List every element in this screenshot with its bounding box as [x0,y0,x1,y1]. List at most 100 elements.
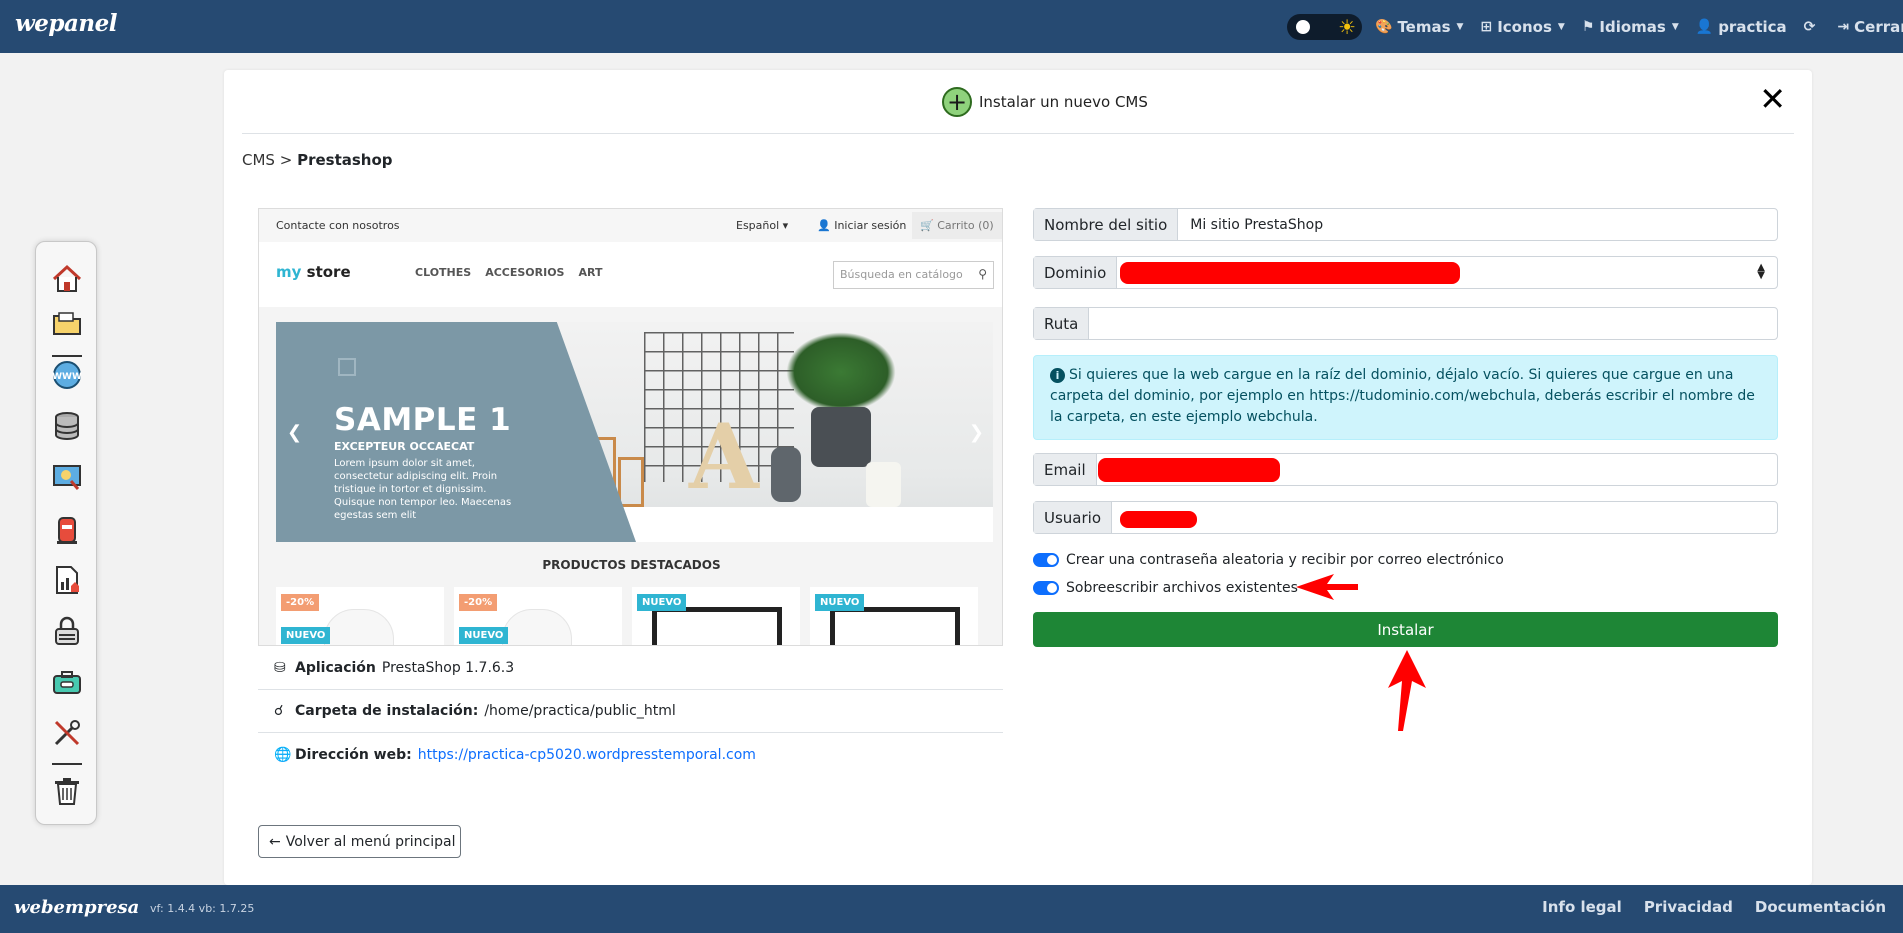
dock-advanced[interactable] [49,715,85,751]
featured-heading: PRODUCTOS DESTACADOS [542,558,721,572]
site-name-input[interactable]: Mi sitio PrestaShop [1178,209,1777,240]
preview-logo-store: store [301,263,351,281]
discount-tag: -20% [281,594,320,611]
svg-text:WWW: WWW [52,372,82,382]
nav-temas[interactable]: 🎨 Temas ▼ [1375,18,1463,36]
path-info-alert: i Si quieres que la web cargue en la raíz… [1033,355,1778,440]
annotation-arrow-left [1296,574,1358,600]
nav-logout[interactable]: ⇥ Cerrar sesión [1837,18,1903,36]
prestashop-preview-image: Contacte con nosotros Español ▾ 👤 Inicia… [258,208,1003,646]
www-globe-icon: WWW [52,361,82,389]
email-label: Email [1034,454,1097,485]
webempresa-logo[interactable]: webempresa [14,897,139,918]
preview-products: -20% NUEVO -20% NUEVO NUEVO NUEVO [276,587,978,645]
breadcrumb: CMS > Prestashop [242,151,393,169]
nav-user[interactable]: 👤 practica [1696,18,1787,36]
chevron-right-icon: ❯ [968,422,984,443]
redacted-user [1120,511,1198,528]
nav-iconos[interactable]: ⊞ Iconos ▼ [1480,18,1564,36]
candle [866,462,901,507]
caret-down-icon: ▼ [1671,21,1679,32]
preview-cart-label: Carrito (0) [937,219,994,232]
wrench-screwdriver-icon [54,720,80,746]
info-folder: ☌ Carpeta de instalación: /home/practica… [258,690,1003,733]
back-to-main-menu-button[interactable]: ← Volver al menú principal [258,825,461,858]
preview-login: 👤 Iniciar sesión [817,219,907,232]
user-group: Usuario [1033,501,1778,534]
random-password-switch[interactable] [1033,553,1059,567]
new-tag: NUEVO [815,594,865,611]
footer-links: Info legal Privacidad Documentación [1542,898,1886,916]
folder-tree-icon: ☌ [274,703,284,719]
nav-refresh[interactable]: ⟳ [1804,19,1821,35]
redacted-domain [1120,262,1461,284]
close-button[interactable]: ✕ [1759,83,1786,115]
toggle-knob [1296,20,1310,34]
dock-web[interactable] [49,459,85,495]
email-input[interactable] [1097,454,1777,485]
breadcrumb-separator: > [279,151,293,169]
decor-letter: A [689,404,759,510]
mailbox-icon [57,517,77,544]
globe-icon: 🌐 [274,746,292,763]
palette-icon: 🎨 [1375,18,1393,35]
dock-files[interactable] [49,305,85,341]
plant [786,332,896,412]
footer-link-docs[interactable]: Documentación [1755,898,1886,916]
overwrite-label: Sobreescribir archivos existentes [1066,580,1298,596]
path-group: Ruta [1033,307,1778,340]
user-label: Usuario [1034,502,1113,533]
lantern [618,457,644,507]
domain-group: Dominio ▲ ▼ [1033,256,1778,289]
info-circle-icon: i [1050,368,1065,383]
nav-idiomas[interactable]: ⚑ Idiomas ▼ [1582,18,1679,36]
dock-home[interactable] [49,261,85,297]
dock-databases[interactable] [49,408,85,444]
wepanel-logo[interactable]: wepanel [15,10,118,37]
database-icon [55,412,79,440]
breadcrumb-root[interactable]: CMS [242,151,275,169]
preview-slider: A SAMPLE 1 EXCEPTEUR OCCAECAT Lorem ipsu… [276,322,993,542]
preview-contact: Contacte con nosotros [276,219,400,232]
preview-menu-item: ACCESORIOS [485,266,565,279]
dock-stats[interactable] [49,562,85,598]
slide-subtitle: EXCEPTEUR OCCAECAT [334,440,475,453]
dock-security[interactable] [49,613,85,649]
left-dock: WWW [35,241,97,825]
theme-toggle[interactable]: ☀ [1287,14,1362,40]
site-url-link[interactable]: https://practica-cp5020.wordpresstempora… [418,747,756,763]
nav-user-label: practica [1718,17,1787,36]
dock-trash[interactable] [49,773,85,809]
tshirt-thumb [502,609,572,645]
slide-text: SAMPLE 1 EXCEPTEUR OCCAECAT Lorem ipsum … [334,402,529,522]
version-info: vf: 1.4.4 vb: 1.7.25 [150,902,255,915]
dock-domains[interactable]: WWW [49,357,85,393]
caret-down-icon: ▼ [1456,21,1464,32]
info-app-label: Aplicación [295,660,376,676]
pot [811,407,871,467]
preview-menu-item: CLOTHES [415,266,472,279]
preview-body: A SAMPLE 1 EXCEPTEUR OCCAECAT Lorem ipsu… [259,307,1002,645]
redacted-email [1097,458,1280,482]
footer-link-privacy[interactable]: Privacidad [1644,898,1733,916]
folder-icon [53,312,81,335]
install-button[interactable]: Instalar [1033,612,1778,647]
sun-icon: ☀ [1338,15,1356,39]
overwrite-switch-row[interactable]: Sobreescribir archivos existentes [1033,580,1298,596]
email-group: Email [1033,453,1778,486]
arrow-left-icon: ← [269,833,281,850]
dock-mail[interactable] [49,512,85,548]
poster-thumb [652,607,782,645]
path-input[interactable] [1089,308,1777,339]
info-url: 🌐 Dirección web: https://practica-cp5020… [258,733,1003,776]
dock-divider [52,763,82,765]
new-tag: NUEVO [459,627,509,644]
overwrite-files-switch[interactable] [1033,581,1059,595]
random-password-switch-row[interactable]: Crear una contraseña aleatoria y recibir… [1033,552,1504,568]
domain-label: Dominio [1034,257,1118,288]
user-input[interactable] [1112,502,1777,533]
info-app-value: PrestaShop 1.7.6.3 [381,660,515,676]
dock-tools[interactable] [49,664,85,700]
footer-link-legal[interactable]: Info legal [1542,898,1622,916]
domain-select[interactable]: ▲ ▼ [1117,257,1777,288]
